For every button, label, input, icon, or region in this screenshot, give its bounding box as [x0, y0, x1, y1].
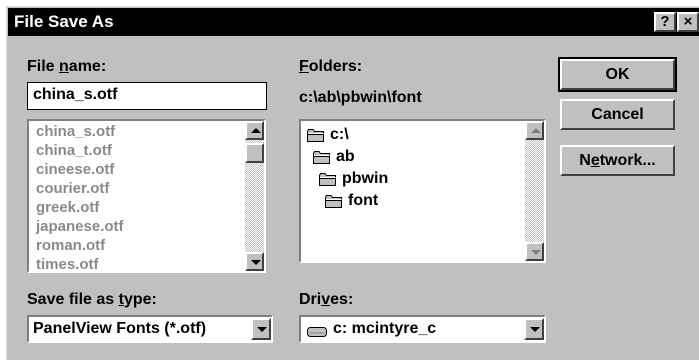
folder-tree-scrollbar[interactable]: [525, 121, 544, 261]
folder-tree-item[interactable]: font: [325, 191, 378, 211]
folder-name: c:\: [330, 126, 349, 143]
folder-name: font: [348, 192, 379, 209]
folder-tree-item[interactable]: pbwin: [319, 169, 388, 189]
list-item[interactable]: cineese.otf: [29, 160, 245, 179]
open-folder-icon: [325, 194, 343, 208]
folders-label: Folders:: [299, 58, 363, 75]
question-icon: ?: [660, 13, 670, 30]
arrow-down-icon: [531, 250, 541, 255]
help-button[interactable]: ?: [654, 12, 676, 32]
list-item[interactable]: china_s.otf: [29, 122, 245, 141]
arrow-down-icon: [251, 260, 261, 265]
close-button[interactable]: ×: [677, 12, 699, 32]
drives-label: Drives:: [299, 291, 354, 308]
close-icon: ×: [683, 13, 693, 30]
list-item[interactable]: roman.otf: [29, 236, 245, 255]
list-item[interactable]: greek.otf: [29, 198, 245, 217]
drives-select[interactable]: c: mcintyre_c: [299, 315, 546, 343]
cancel-button[interactable]: Cancel: [560, 99, 675, 130]
folder-name: pbwin: [342, 170, 389, 187]
arrow-up-icon: [531, 128, 541, 133]
dialog-title: File Save As: [14, 12, 114, 31]
chevron-down-icon: [257, 327, 267, 332]
hard-drive-icon: [307, 324, 327, 337]
drives-dropdown-button[interactable]: [524, 318, 544, 340]
list-item[interactable]: japanese.otf: [29, 217, 245, 236]
save-type-label: Save file as type:: [27, 291, 157, 308]
list-item[interactable]: times.otf: [29, 255, 245, 274]
open-folder-icon: [319, 172, 337, 186]
folder-scroll-up-button[interactable]: [525, 121, 544, 140]
folder-tree-item[interactable]: c:\: [307, 125, 349, 145]
title-bar[interactable]: File Save As ? ×: [8, 8, 699, 36]
scroll-up-button[interactable]: [245, 121, 264, 140]
arrow-up-icon: [251, 128, 261, 133]
save-type-dropdown-button[interactable]: [251, 318, 271, 340]
save-type-select[interactable]: PanelView Fonts (*.otf): [27, 315, 273, 343]
folder-name: ab: [336, 148, 355, 165]
chevron-down-icon: [530, 327, 540, 332]
file-name-label: File name:: [27, 58, 107, 75]
scroll-thumb[interactable]: [245, 143, 264, 163]
list-item[interactable]: courier.otf: [29, 179, 245, 198]
file-name-input[interactable]: china_s.otf: [27, 82, 267, 110]
network-button[interactable]: Network...: [560, 145, 675, 176]
folder-tree[interactable]: c:\ ab pbwin font: [299, 119, 546, 263]
list-item[interactable]: china_t.otf: [29, 141, 245, 160]
file-save-as-dialog: File Save As ? × File name: china_s.otf …: [6, 6, 699, 360]
file-list-scrollbar[interactable]: [245, 121, 264, 271]
folder-scroll-track: [525, 140, 544, 242]
folder-scroll-down-button[interactable]: [525, 242, 544, 261]
folder-tree-item[interactable]: ab: [313, 147, 355, 167]
scroll-down-button[interactable]: [245, 252, 264, 271]
file-list[interactable]: china_s.otf china_t.otf cineese.otf courier…: [27, 119, 266, 273]
current-path: c:\ab\pbwin\font: [299, 89, 422, 106]
drive-value: c: mcintyre_c: [307, 320, 436, 338]
file-list-items: china_s.otf china_t.otf cineese.otf courier…: [29, 122, 245, 274]
open-folder-icon: [313, 150, 331, 164]
ok-button[interactable]: OK: [558, 57, 677, 92]
open-folder-icon: [307, 128, 325, 142]
